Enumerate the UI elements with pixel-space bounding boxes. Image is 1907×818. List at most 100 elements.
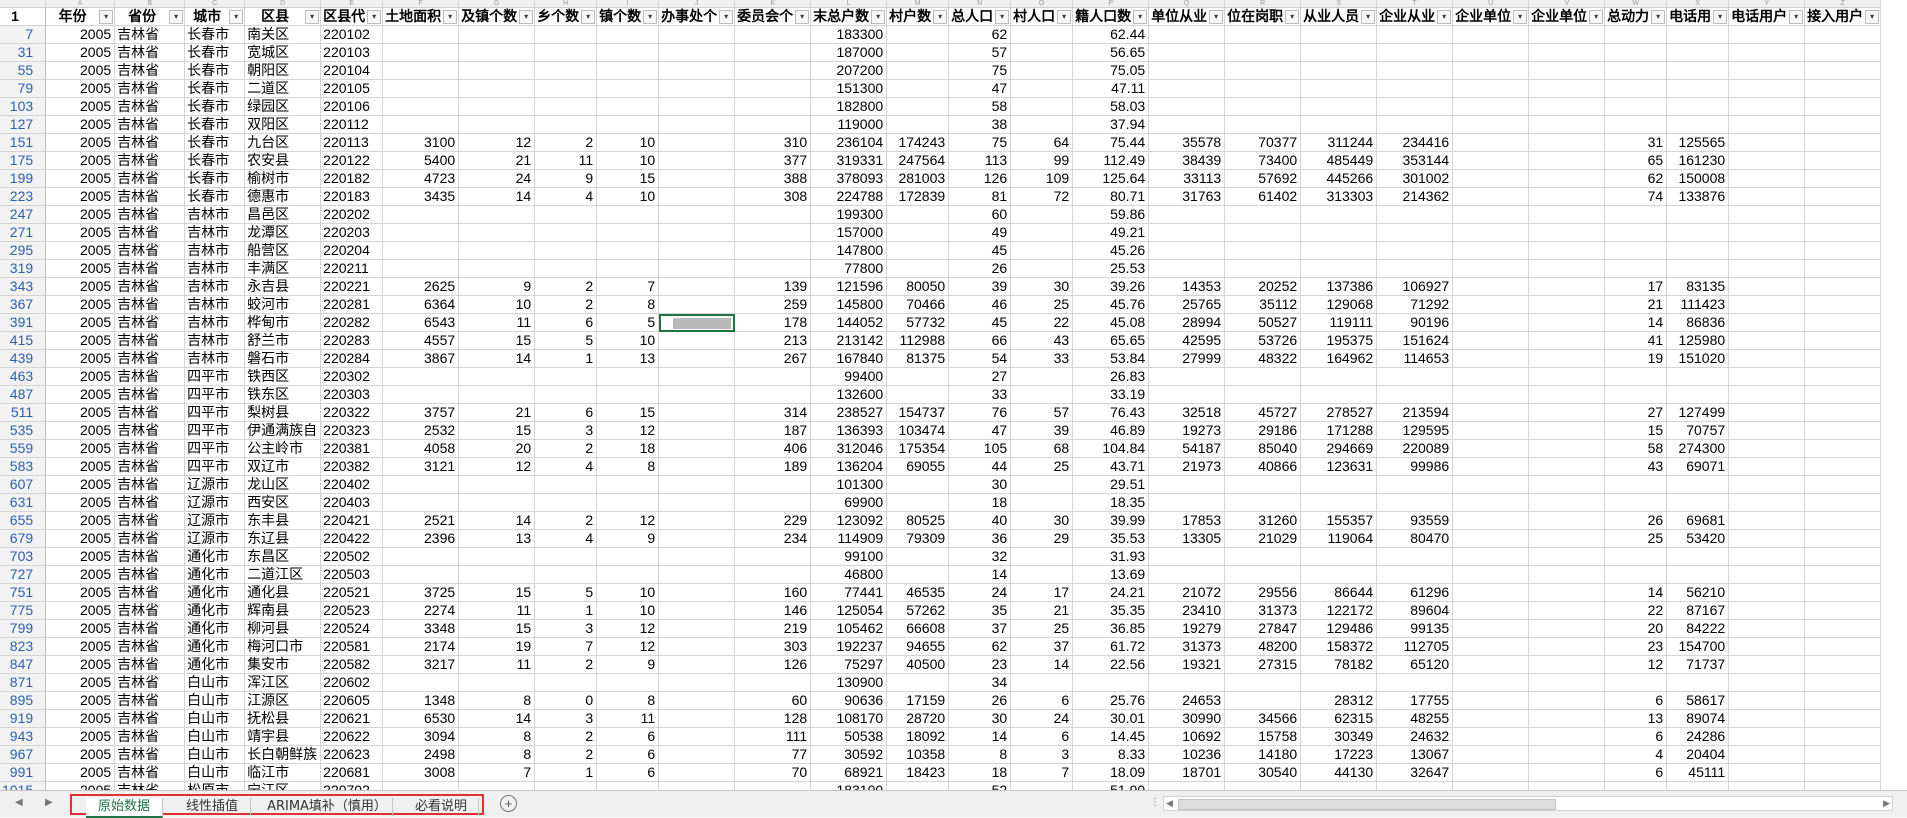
cell[interactable] <box>1728 151 1806 170</box>
cell[interactable]: 2005 <box>45 205 116 224</box>
cell[interactable]: 46535 <box>886 583 950 602</box>
cell[interactable]: 220281 <box>320 295 384 314</box>
cell[interactable]: 220403 <box>320 493 384 512</box>
row-number[interactable]: 751 <box>0 583 47 602</box>
cell[interactable] <box>1666 97 1730 116</box>
cell[interactable]: 90636 <box>810 691 888 710</box>
row-number[interactable]: 847 <box>0 655 47 674</box>
cell[interactable]: 6 <box>1604 763 1668 782</box>
cell[interactable]: 辽源市 <box>184 529 246 548</box>
cell[interactable]: 29 <box>1010 529 1074 548</box>
cell[interactable] <box>1452 349 1530 368</box>
cell[interactable]: 2 <box>534 655 598 674</box>
cell[interactable] <box>1528 439 1606 458</box>
cell[interactable]: 50527 <box>1224 313 1302 332</box>
cell[interactable]: 154737 <box>886 403 950 422</box>
cell[interactable] <box>1804 637 1882 656</box>
cell[interactable]: 171288 <box>1300 421 1378 440</box>
cell[interactable] <box>1148 115 1226 134</box>
cell[interactable]: 129068 <box>1300 295 1378 314</box>
cell[interactable] <box>1376 385 1454 404</box>
cell[interactable]: 234416 <box>1376 133 1454 152</box>
cell[interactable]: 25.76 <box>1072 691 1150 710</box>
cell[interactable]: 2005 <box>45 295 116 314</box>
cell[interactable]: 1 <box>534 763 598 782</box>
cell[interactable] <box>658 205 736 224</box>
cell[interactable] <box>1804 115 1882 134</box>
cell[interactable] <box>458 565 536 584</box>
cell[interactable]: 87167 <box>1666 601 1730 620</box>
cell[interactable]: 112988 <box>886 331 950 350</box>
cell[interactable] <box>1728 349 1806 368</box>
cell[interactable] <box>1666 25 1730 44</box>
cell[interactable]: 220203 <box>320 223 384 242</box>
column-letter[interactable]: B <box>114 0 186 8</box>
cell[interactable] <box>1376 97 1454 116</box>
cell[interactable]: 吉林省 <box>114 493 186 512</box>
cell[interactable] <box>1528 169 1606 188</box>
cell[interactable]: 220622 <box>320 727 384 746</box>
cell[interactable] <box>658 79 736 98</box>
cell[interactable] <box>1804 619 1882 638</box>
filter-dropdown-icon[interactable]: ▾ <box>719 10 734 24</box>
cell[interactable]: 10 <box>596 583 660 602</box>
cell[interactable]: 27 <box>1604 403 1668 422</box>
cell[interactable] <box>1010 241 1074 260</box>
cell[interactable] <box>382 367 460 386</box>
cell[interactable] <box>658 259 736 278</box>
cell[interactable]: 19 <box>458 637 536 656</box>
cell[interactable]: 220303 <box>320 385 384 404</box>
cell[interactable] <box>1224 367 1302 386</box>
cell[interactable] <box>1452 169 1530 188</box>
cell[interactable]: 161230 <box>1666 151 1730 170</box>
cell[interactable]: 吉林省 <box>114 583 186 602</box>
cell[interactable] <box>534 115 598 134</box>
cell[interactable]: 75 <box>948 133 1012 152</box>
cell[interactable] <box>1728 673 1806 692</box>
cell[interactable] <box>382 205 460 224</box>
cell[interactable]: 49.21 <box>1072 223 1150 242</box>
cell[interactable]: 220523 <box>320 601 384 620</box>
cell[interactable]: 158372 <box>1300 637 1378 656</box>
cell[interactable] <box>1148 79 1226 98</box>
cell[interactable]: 36 <box>948 529 1012 548</box>
cell[interactable]: 3 <box>1010 745 1074 764</box>
cell[interactable] <box>1728 79 1806 98</box>
cell[interactable] <box>1804 691 1882 710</box>
cell[interactable]: 301002 <box>1376 169 1454 188</box>
cell[interactable]: 220521 <box>320 583 384 602</box>
cell[interactable]: 164962 <box>1300 349 1378 368</box>
cell[interactable] <box>886 547 950 566</box>
cell[interactable]: 43 <box>1010 331 1074 350</box>
cell[interactable]: 174243 <box>886 133 950 152</box>
cell[interactable]: 90196 <box>1376 313 1454 332</box>
cell[interactable]: 18 <box>948 763 1012 782</box>
row-number[interactable]: 583 <box>0 457 47 476</box>
cell[interactable]: 长春市 <box>184 25 246 44</box>
cell[interactable]: 220621 <box>320 709 384 728</box>
row-number[interactable]: 55 <box>0 61 47 80</box>
filter-dropdown-icon[interactable]: ▾ <box>519 10 534 24</box>
cell[interactable]: 2 <box>534 727 598 746</box>
cell[interactable] <box>1528 205 1606 224</box>
cell[interactable]: 长春市 <box>184 43 246 62</box>
cell[interactable]: 65120 <box>1376 655 1454 674</box>
cell[interactable]: 吉林市 <box>184 277 246 296</box>
cell[interactable] <box>1376 493 1454 512</box>
cell[interactable] <box>886 475 950 494</box>
cell[interactable] <box>1148 493 1226 512</box>
cell[interactable]: 桦甸市 <box>244 313 322 332</box>
cell[interactable]: 30990 <box>1148 709 1226 728</box>
row-number[interactable]: 919 <box>0 709 47 728</box>
cell[interactable]: 30592 <box>810 745 888 764</box>
cell[interactable]: 19 <box>1604 349 1668 368</box>
cell[interactable]: 136393 <box>810 421 888 440</box>
cell[interactable]: 45.08 <box>1072 313 1150 332</box>
cell[interactable] <box>1728 187 1806 206</box>
cell[interactable] <box>382 97 460 116</box>
cell[interactable]: 151020 <box>1666 349 1730 368</box>
cell[interactable]: 31260 <box>1224 511 1302 530</box>
cell[interactable]: 75 <box>948 61 1012 80</box>
cell[interactable]: 195375 <box>1300 331 1378 350</box>
cell[interactable] <box>382 25 460 44</box>
